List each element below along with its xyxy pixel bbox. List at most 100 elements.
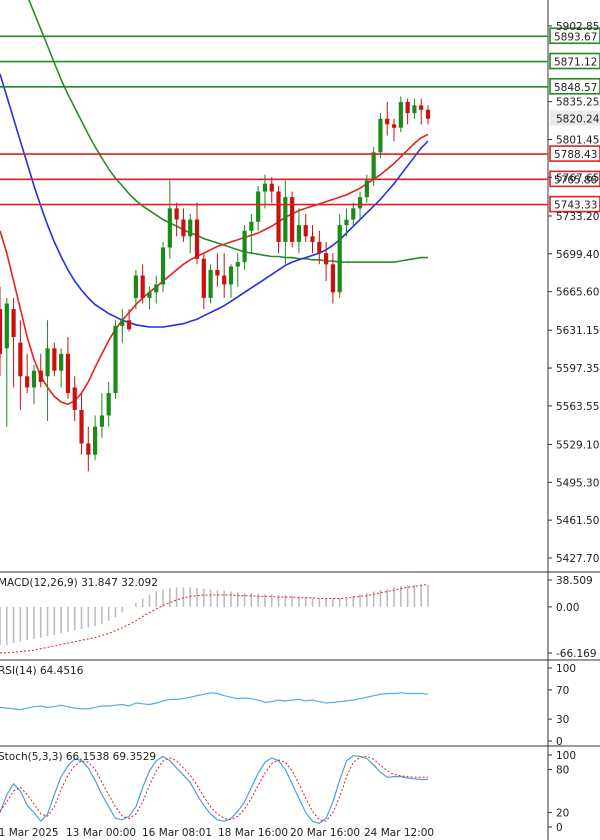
stoch-label: Stoch(5,3,3) 66.1538 69.3529 [0, 751, 156, 763]
price-tick-label: 5597.35 [556, 363, 599, 375]
candle-body [419, 105, 424, 110]
price-chart[interactable]: 5893.675871.125848.575788.435765.885743.… [0, 0, 600, 840]
candle-body [296, 225, 302, 242]
candle-body [222, 275, 227, 285]
candle-body [11, 309, 16, 338]
level-label: 5743.33 [554, 200, 597, 212]
ma-red-line [0, 133, 429, 406]
ma-blue-line [0, 73, 429, 328]
rsi-tick-label: 100 [556, 663, 576, 675]
macd-tick-label: 38.509 [556, 575, 593, 587]
macd-tick-label: -66.169 [556, 648, 597, 660]
candle-body [4, 303, 9, 349]
price-tick-label: 5563.55 [556, 401, 599, 413]
stoch-tick-label: 100 [556, 750, 576, 762]
candle-body [65, 353, 71, 394]
candle-body [201, 258, 206, 298]
time-tick-label: 16 Mar 08:01 [142, 827, 212, 839]
candle-body [147, 292, 152, 298]
rsi-label: RSI(14) 64.4516 [0, 665, 84, 677]
price-tick-label: 5699.40 [556, 249, 599, 261]
level-label: 5893.67 [554, 31, 597, 43]
level-label: 5871.12 [554, 57, 597, 69]
candle-body [18, 342, 23, 377]
time-tick-label: 11 Mar 2025 [0, 827, 59, 839]
candle-body [120, 320, 125, 326]
candle-body [59, 353, 64, 371]
macd-tick-label: 0.00 [556, 602, 579, 614]
candle-body [276, 191, 281, 242]
candle-body [412, 105, 417, 114]
rsi-tick-label: 0 [556, 736, 563, 748]
rsi-tick-label: 30 [556, 714, 569, 726]
time-axis: 11 Mar 2025 13 Mar 00:00 16 Mar 08:01 18 Ma… [0, 827, 434, 839]
candle-body [31, 370, 37, 388]
candle-body [262, 183, 268, 192]
candle-body [188, 219, 193, 237]
price-tick-label: 5427.70 [556, 553, 599, 565]
candle-body [194, 219, 200, 259]
candle-body [52, 348, 57, 371]
stoch-tick-label: 20 [556, 808, 569, 820]
price-tick-label: 5461.50 [556, 515, 599, 527]
price-tick-label: 5835.25 [556, 97, 599, 109]
price-tick-label: 5801.45 [556, 135, 599, 147]
stoch-k-line [0, 755, 428, 825]
level-label: 5788.43 [554, 149, 597, 161]
candle-body [249, 221, 254, 231]
macd-plot [0, 584, 429, 654]
stoch-plot [0, 755, 428, 825]
candle-body [25, 376, 30, 388]
candle-body [323, 253, 329, 265]
candle-body [160, 247, 166, 285]
price-tick-label: 5495.30 [556, 477, 599, 489]
candle-body [242, 230, 247, 263]
time-tick-label: 24 Mar 12:00 [364, 827, 434, 839]
candle-body [235, 262, 240, 267]
candle-body [317, 241, 322, 254]
stoch-axis: 100 80 20 0 [548, 750, 576, 834]
candle-body [391, 124, 397, 128]
stoch-panel: Stoch(5,3,3) 66.1538 69.3529 100 80 20 0 [0, 750, 576, 834]
candle-body [45, 348, 50, 377]
price-tick-label: 5767.65 [556, 172, 599, 184]
candlesticks [0, 96, 431, 472]
stoch-d-line [0, 755, 428, 822]
candle-body [0, 309, 3, 354]
price-axis: 5902.85 5835.25 5801.45 5767.65 5733.20 5699.… [548, 21, 600, 565]
candle-body [208, 269, 213, 298]
rsi-panel: RSI(14) 64.4516 100 70 30 0 [0, 663, 576, 748]
rsi-axis: 100 70 30 0 [548, 663, 576, 748]
candle-body [133, 275, 138, 298]
candle-body [72, 387, 77, 410]
candle-body [405, 101, 410, 114]
candle-body [357, 197, 363, 209]
rsi-tick-label: 70 [556, 685, 569, 697]
support-resistance-levels: 5893.675871.125848.575788.435765.885743.… [0, 27, 600, 213]
candle-body [378, 118, 383, 153]
level-label: 5848.57 [554, 82, 597, 94]
stoch-tick-label: 0 [556, 822, 563, 834]
price-tick-label: 5902.85 [556, 21, 599, 33]
current-price-label: 5820.24 [556, 113, 600, 125]
candle-body [337, 225, 342, 293]
macd-panel: MACD(12,26,9) 31.847 32.092 38.509 0.00 -6… [0, 575, 597, 660]
candle-body [126, 320, 132, 330]
candle-body [140, 275, 145, 298]
candle-body [215, 269, 220, 276]
macd-signal-line [0, 584, 429, 654]
price-tick-label: 5529.10 [556, 439, 599, 451]
moving-averages [0, 0, 429, 406]
price-panel: 5893.675871.125848.575788.435765.885743.… [0, 0, 600, 840]
candle-body [371, 152, 376, 181]
stoch-tick-label: 80 [556, 764, 569, 776]
macd-label: MACD(12,26,9) 31.847 32.092 [0, 577, 158, 589]
ma-green-line [28, 0, 428, 263]
rsi-line [0, 692, 429, 711]
candle-body [181, 219, 186, 237]
candle-body [364, 180, 369, 198]
candle-body [86, 443, 91, 455]
price-tick-label: 5665.60 [556, 287, 599, 299]
candle-body [93, 426, 98, 455]
macd-axis: 38.509 0.00 -66.169 [548, 575, 597, 660]
